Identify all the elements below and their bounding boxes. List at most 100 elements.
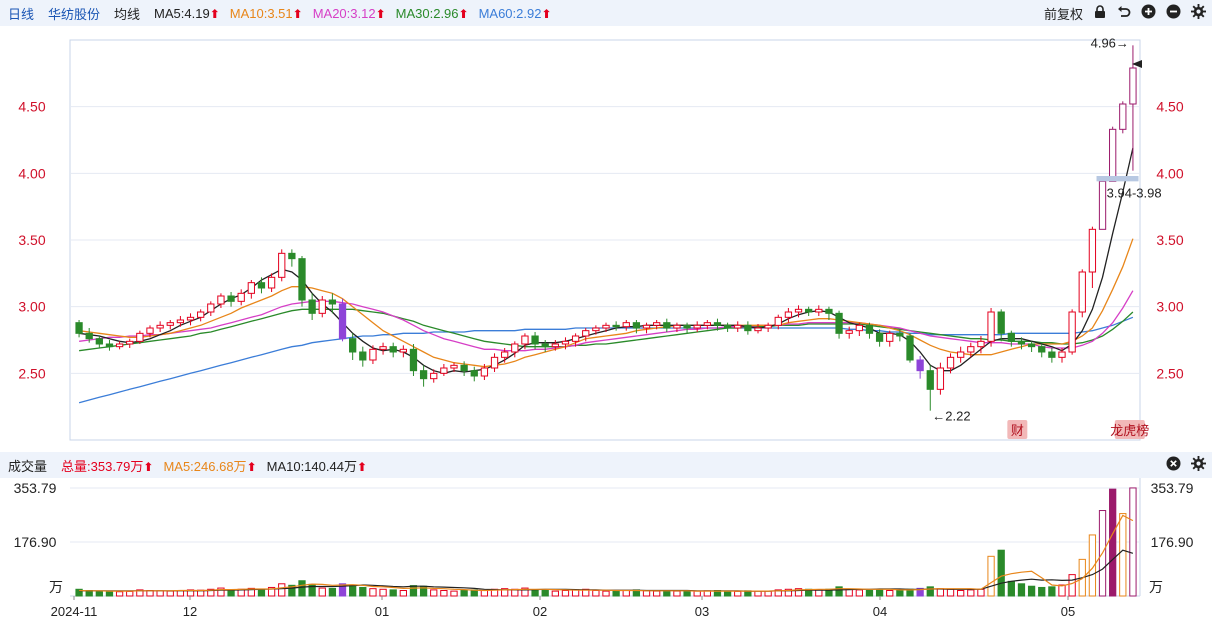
volume-title: 成交量 <box>8 458 48 474</box>
volume-readouts: 总量:353.79万⬆ MA5:246.68万⬆ MA10:140.44万⬆ <box>61 456 377 475</box>
candle <box>764 324 772 329</box>
volume-bar <box>815 589 823 597</box>
candle <box>1129 67 1137 105</box>
candle <box>267 276 276 289</box>
up-arrow-icon: ⬆ <box>541 6 552 21</box>
candle <box>419 370 428 380</box>
candle <box>1119 103 1127 130</box>
volume-bar <box>693 590 701 597</box>
settings-icon[interactable] <box>1191 456 1206 474</box>
candle <box>1048 351 1056 358</box>
candle <box>855 324 863 332</box>
toolbar-right: 前复权 <box>1034 0 1206 26</box>
x-tick-label: 05 <box>1061 604 1075 619</box>
candle <box>531 335 539 345</box>
candle <box>825 308 833 314</box>
candle <box>926 370 934 390</box>
candle <box>440 367 448 374</box>
volume-readout: MA5:246.68万 <box>163 458 247 474</box>
candle <box>75 322 83 334</box>
candle <box>115 343 124 348</box>
candle <box>460 364 468 372</box>
candle <box>987 311 995 342</box>
volume-readout: MA10:140.44万 <box>266 458 357 474</box>
y-tick-label-right: 353.79 <box>1151 480 1194 496</box>
candle <box>723 324 732 329</box>
volume-bar <box>480 590 489 597</box>
adjust-selector[interactable]: 前复权 <box>1044 4 1083 23</box>
volume-ma10-line <box>79 549 1134 592</box>
volume-bar <box>612 590 620 597</box>
ma-readout: MA30:2.96 <box>395 5 459 21</box>
undo-icon[interactable] <box>1117 5 1131 22</box>
volume-bar <box>561 590 570 597</box>
volume-bar <box>298 580 306 597</box>
volume-bar <box>1119 513 1127 597</box>
candle <box>875 332 884 342</box>
candle <box>379 346 387 350</box>
x-tick-label: 2024-11 <box>51 604 98 619</box>
volume-bar <box>430 589 438 597</box>
high-price-annotation: 4.96→ <box>1091 35 1129 50</box>
candle <box>298 258 306 301</box>
volume-bar <box>349 584 357 597</box>
volume-bar <box>875 589 884 597</box>
candle <box>967 346 975 353</box>
volume-bar <box>571 589 580 597</box>
up-arrow-icon: ⬆ <box>292 6 303 21</box>
volume-chart[interactable]: 353.79 353.79 176.90 176.90 万 万 2024-11 12 01 02 0… <box>0 478 1212 624</box>
candle <box>217 295 225 305</box>
candle <box>308 299 316 314</box>
candle <box>409 348 418 372</box>
settings-icon[interactable] <box>1191 4 1206 22</box>
volume-bar <box>440 590 448 597</box>
candle <box>1098 180 1107 230</box>
candle <box>338 303 347 340</box>
candlestick-chart[interactable]: 4.50 4.50 4.00 4.00 3.50 3.50 3.00 3.00 2.50 2.50… <box>0 26 1212 452</box>
lock-icon[interactable] <box>1093 4 1107 22</box>
candle <box>450 364 458 369</box>
candle <box>369 348 377 361</box>
volume-bar <box>845 588 853 597</box>
candle <box>977 340 985 348</box>
period-selector[interactable]: 日线 <box>8 4 34 23</box>
candle <box>784 311 793 318</box>
volume-bar <box>653 590 661 597</box>
candle <box>136 332 144 342</box>
candle <box>430 372 438 380</box>
zoom-out-icon[interactable] <box>1166 4 1181 22</box>
volume-bar <box>886 590 894 597</box>
volume-bar <box>551 590 559 597</box>
up-arrow-icon: ⬆ <box>246 459 257 474</box>
candle <box>247 282 255 294</box>
candle <box>359 351 367 361</box>
candle <box>399 348 407 353</box>
indicator-label[interactable]: 均线 <box>114 4 140 23</box>
y-tick-label-left: 353.79 <box>14 480 57 496</box>
up-arrow-icon: ⬆ <box>375 6 386 21</box>
zoom-in-icon[interactable] <box>1141 4 1156 22</box>
candle <box>470 370 478 377</box>
stock-name[interactable]: 华纺股份 <box>48 4 100 23</box>
volume-bar <box>1068 574 1076 597</box>
candle <box>278 252 286 278</box>
x-tick-label: 01 <box>375 604 389 619</box>
candle <box>318 299 326 314</box>
candle <box>622 322 630 328</box>
close-icon[interactable] <box>1166 456 1181 474</box>
candle <box>673 324 681 329</box>
candle <box>663 322 671 329</box>
candle <box>1017 340 1026 345</box>
up-arrow-icon: ⬆ <box>209 6 220 21</box>
volume-bar <box>622 590 630 597</box>
candle <box>1007 332 1015 342</box>
candle <box>1078 271 1086 313</box>
volume-bar <box>673 590 681 597</box>
volume-bar <box>359 586 367 597</box>
candle <box>1088 228 1097 273</box>
volume-bar <box>734 590 742 597</box>
candle <box>734 324 742 329</box>
y-tick-label-right: 4.00 <box>1156 165 1183 181</box>
volume-bar <box>936 588 945 597</box>
volume-bar <box>379 588 387 597</box>
